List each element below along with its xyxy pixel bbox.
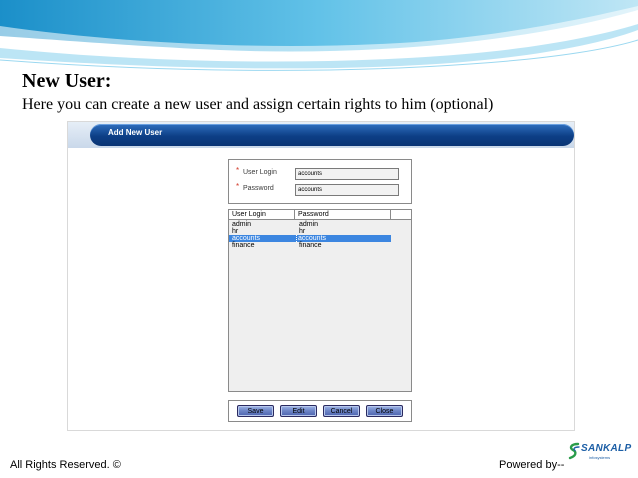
footer-rights: All Rights Reserved. ©: [10, 459, 121, 471]
slide-subtitle: Here you can create a new user and assig…: [22, 96, 494, 113]
password-cell: admin: [299, 221, 319, 228]
edit-button[interactable]: Edit: [280, 405, 317, 417]
user-login-label: User Login: [243, 169, 277, 176]
user-login-cell: admin: [232, 221, 252, 228]
required-asterisk: *: [236, 166, 240, 175]
user-list[interactable]: User Login Password admin admin hr hr ac…: [228, 209, 412, 392]
user-login-row: * User Login: [234, 166, 410, 180]
footer-powered-by: Powered by--: [499, 459, 565, 471]
list-item[interactable]: admin admin: [229, 221, 391, 228]
window-title: Add New User: [108, 128, 163, 137]
window-header: Add New User: [68, 122, 574, 148]
action-button-bar: Save Edit Cancel Close: [228, 400, 412, 422]
header-swoosh: [0, 0, 638, 71]
slide-title: New User:: [22, 70, 112, 92]
list-item[interactable]: hr hr: [229, 228, 391, 235]
user-login-cell: hr: [232, 228, 239, 235]
column-header-empty: [391, 210, 411, 220]
password-label: Password: [243, 185, 274, 192]
add-user-window: Add New User * User Login * Password Use…: [67, 121, 575, 431]
column-header-password[interactable]: Password: [295, 210, 391, 220]
password-cell: finance: [299, 242, 322, 249]
password-cell: hr: [299, 228, 306, 235]
logo-mark-icon: [568, 442, 580, 460]
logo-wordmark: SANKALP: [581, 443, 632, 454]
password-row: * Password: [234, 182, 410, 196]
window-title-bar: Add New User: [90, 124, 574, 146]
user-login-cell: accounts: [232, 235, 261, 242]
password-input[interactable]: [295, 184, 399, 196]
logo-tagline: infosystems: [589, 455, 611, 460]
cancel-button[interactable]: Cancel: [323, 405, 360, 417]
user-login-cell: finance: [232, 242, 255, 249]
company-logo: SANKALP infosystems: [567, 440, 632, 464]
user-login-input[interactable]: [295, 168, 399, 180]
user-form-panel: * User Login * Password: [228, 159, 412, 204]
required-asterisk: *: [236, 182, 240, 191]
list-item-selected[interactable]: accounts accounts: [229, 235, 391, 242]
close-button[interactable]: Close: [366, 405, 403, 417]
save-button[interactable]: Save: [237, 405, 274, 417]
list-item[interactable]: finance finance: [229, 242, 391, 249]
column-header-user-login[interactable]: User Login: [229, 210, 295, 220]
password-cell: accounts: [296, 235, 327, 242]
